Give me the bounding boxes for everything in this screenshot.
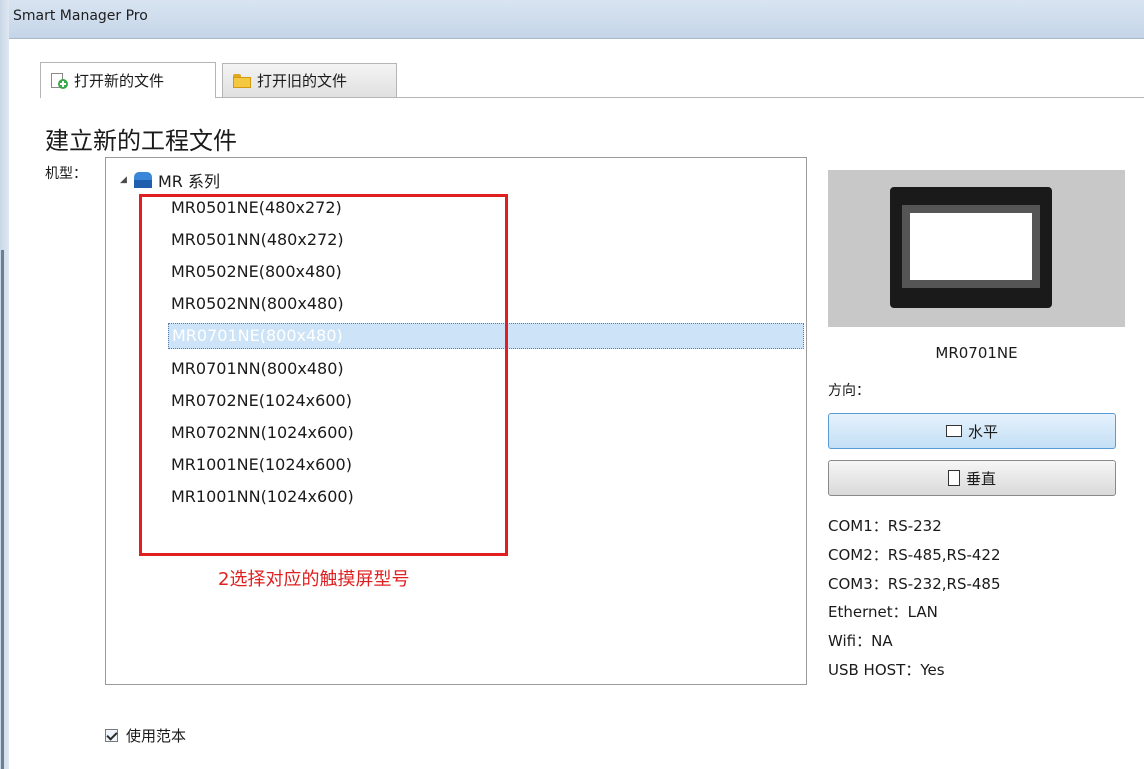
tab-open-old-file[interactable]: 打开旧的文件 (222, 63, 397, 97)
use-template-checkbox[interactable] (105, 729, 118, 742)
spec-com2: COM2：RS-485,RS-422 (828, 546, 1001, 564)
vertical-button[interactable]: 垂直 (828, 460, 1116, 496)
tab-open-new-file-label: 打开新的文件 (74, 72, 165, 90)
main-panel: 打开新的文件 打开旧的文件 建立新的工程文件 机型： ◢ MR 系列 MR050… (9, 38, 1144, 769)
preview-model-name: MR0701NE (935, 344, 1018, 362)
device-series-icon (134, 172, 152, 188)
model-label: 机型： (45, 166, 87, 182)
device-preview (828, 170, 1125, 327)
landscape-icon (945, 425, 962, 437)
folder-icon (233, 73, 251, 88)
horizontal-button-label: 水平 (967, 422, 998, 441)
spec-usb-host: USB HOST：Yes (828, 661, 945, 679)
tree-root-mr-series[interactable]: ◢ MR 系列 (120, 168, 220, 192)
tree-root-label: MR 系列 (158, 172, 221, 191)
title-bar: Smart Manager Pro (9, 0, 1144, 38)
orientation-label: 方向： (828, 383, 870, 399)
vertical-button-label: 垂直 (965, 469, 996, 488)
window-left-edge (0, 0, 9, 769)
spec-com1: COM1：RS-232 (828, 517, 942, 535)
new-document-icon (51, 72, 68, 89)
annotation-text: 2选择对应的触摸屏型号 (218, 569, 410, 590)
horizontal-button[interactable]: 水平 (828, 413, 1116, 449)
spec-com3: COM3：RS-232,RS-485 (828, 575, 1001, 593)
portrait-icon (947, 470, 960, 486)
window-title: Smart Manager Pro (13, 8, 148, 24)
highlight-box (139, 194, 508, 556)
spec-ethernet: Ethernet：LAN (828, 603, 938, 621)
page-title: 建立新的工程文件 (45, 127, 237, 155)
tab-open-old-file-label: 打开旧的文件 (257, 72, 348, 90)
spec-wifi: Wifi：NA (828, 632, 893, 650)
tab-open-new-file[interactable]: 打开新的文件 (40, 62, 216, 98)
use-template-label: 使用范本 (126, 727, 187, 745)
window-edge-accent (1, 250, 4, 769)
expand-arrow-icon[interactable]: ◢ (120, 175, 128, 185)
device-screen-icon (890, 187, 1052, 308)
use-template-option[interactable]: 使用范本 (105, 725, 186, 746)
